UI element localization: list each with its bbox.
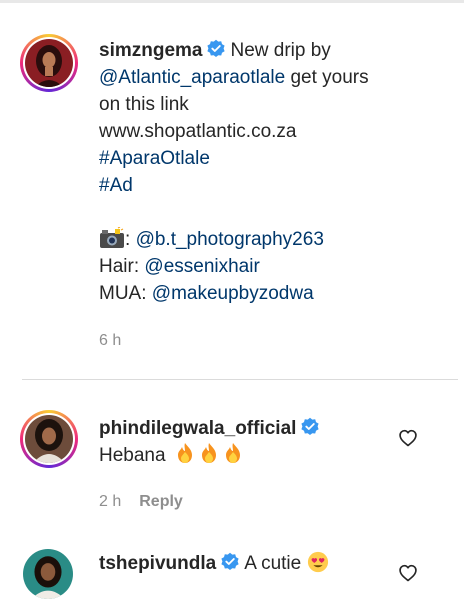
avatar-photo	[25, 39, 73, 87]
fire-emoji-icon	[201, 443, 216, 463]
hair-credit-link[interactable]: @essenixhair	[144, 256, 259, 277]
heart-eyes-emoji-icon	[307, 551, 328, 573]
hair-label: Hair:	[99, 256, 140, 277]
post-username[interactable]: simzngema	[99, 40, 202, 61]
mua-label: MUA:	[99, 283, 147, 304]
comment-avatar-tshepivundla[interactable]	[23, 549, 73, 599]
comment-tshepivundla: tshepivundla A cutie	[99, 550, 329, 577]
post-author-avatar[interactable]	[20, 34, 78, 92]
comment-text: A cutie	[244, 553, 302, 574]
caption-text-mid: get yours	[290, 67, 369, 88]
comment-username[interactable]: phindilegwala_official	[99, 418, 296, 439]
camera-emoji-icon	[100, 227, 124, 248]
comment-timestamp: 2 h	[99, 493, 122, 510]
hashtag-aparaotlale[interactable]: #AparaOtlale	[99, 148, 210, 169]
verified-badge-icon	[207, 39, 226, 57]
fire-emoji-icon	[225, 443, 240, 463]
mention-brand-link[interactable]: @Atlantic_aparaotlale	[99, 67, 285, 88]
shop-url-text: www.shopatlantic.co.za	[99, 121, 297, 142]
reply-button[interactable]: Reply	[139, 493, 183, 510]
comment-avatar-phindilegwala[interactable]	[20, 410, 78, 468]
post-timestamp: 6 h	[99, 332, 122, 349]
mua-credit-link[interactable]: @makeupbyzodwa	[152, 283, 314, 304]
comment-text: Hebana	[99, 445, 166, 466]
verified-badge-icon	[301, 417, 320, 435]
photo-credit-link[interactable]: @b.t_photography263	[136, 229, 324, 250]
caption-text-start: New drip by	[230, 40, 331, 61]
comment-meta: 2 h Reply	[99, 493, 183, 511]
comments-divider	[22, 379, 458, 380]
caption-line3: on this link	[99, 94, 189, 115]
photo-credit-label: :	[125, 229, 131, 250]
top-divider	[0, 0, 464, 3]
avatar-photo	[23, 549, 73, 599]
avatar-photo	[25, 415, 73, 463]
fire-emoji-icon	[177, 443, 192, 463]
like-heart-icon[interactable]	[398, 563, 418, 583]
like-heart-icon[interactable]	[398, 428, 418, 448]
post-caption: simzngema New drip by @Atlantic_aparaotla…	[99, 37, 439, 307]
verified-badge-icon	[221, 552, 239, 570]
comment-username[interactable]: tshepivundla	[99, 553, 216, 574]
comment-phindilegwala: phindilegwala_official Hebana	[99, 415, 324, 469]
hashtag-ad[interactable]: #Ad	[99, 175, 133, 196]
